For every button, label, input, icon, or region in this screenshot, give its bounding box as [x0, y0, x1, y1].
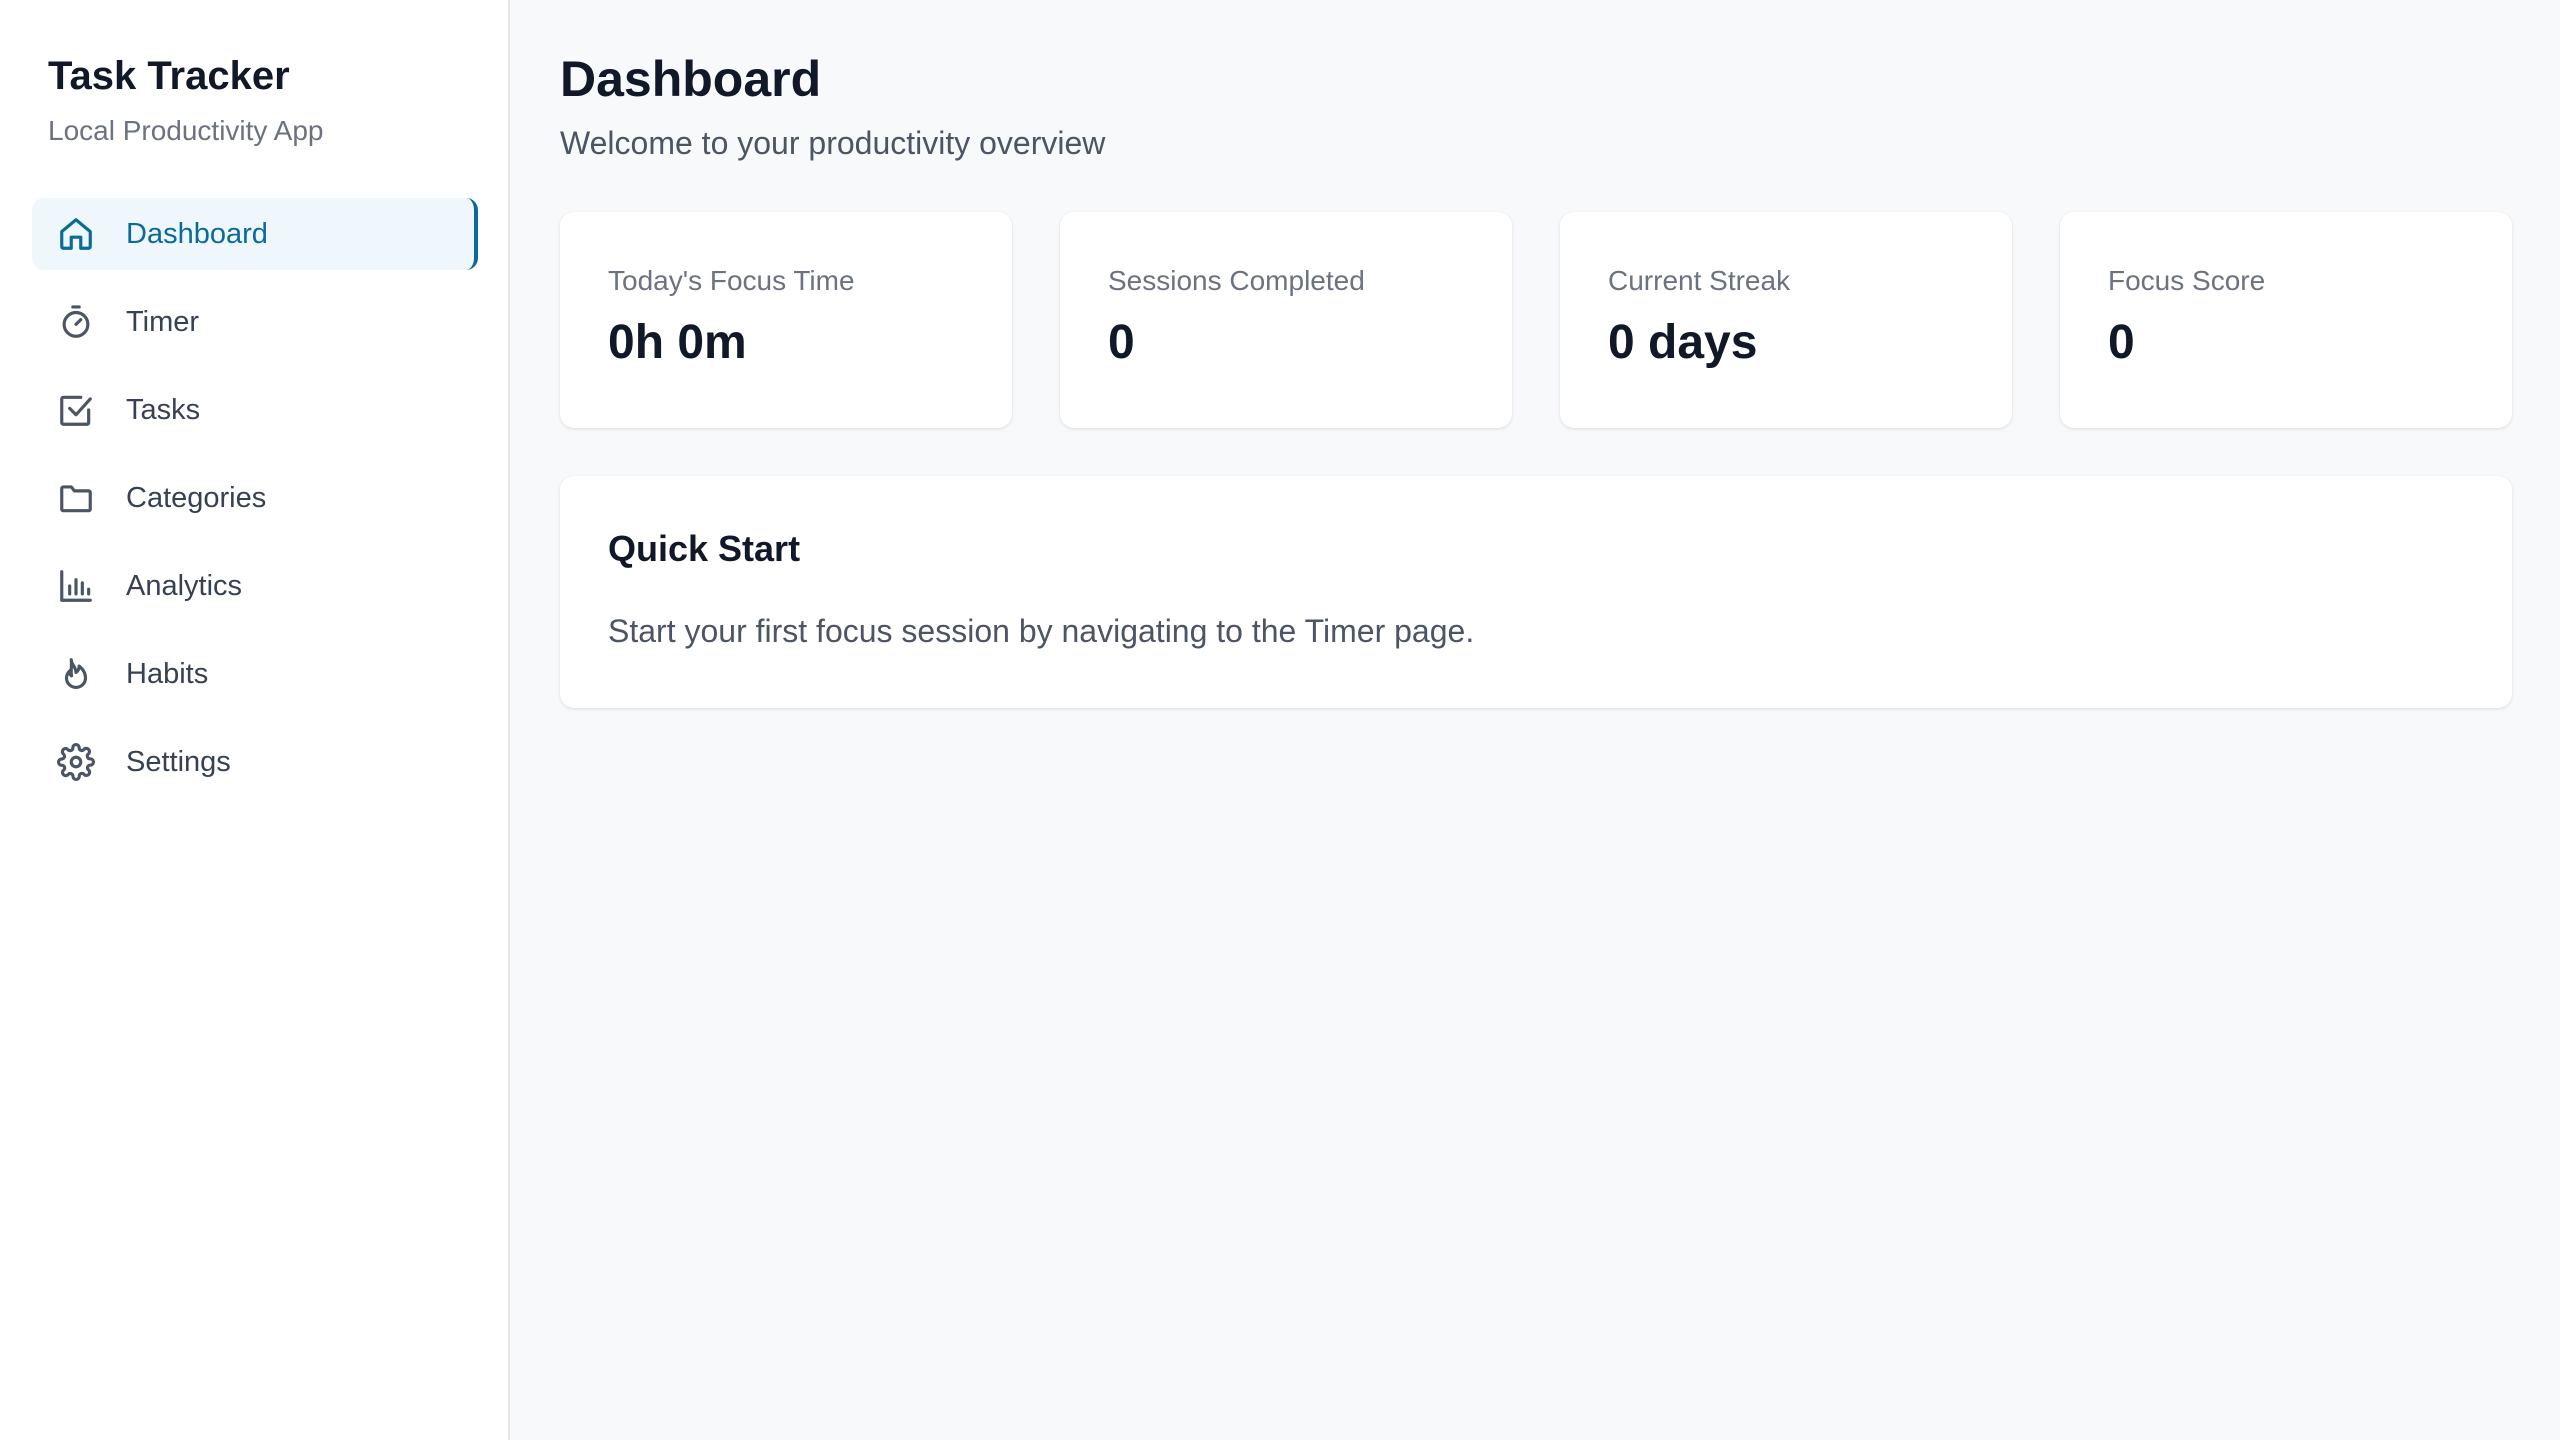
stat-card-focus-time: Today's Focus Time 0h 0m [560, 212, 1012, 428]
sidebar-item-timer[interactable]: Timer [32, 286, 476, 358]
page-title: Dashboard [560, 51, 822, 107]
folder-icon [56, 478, 96, 518]
sidebar-item-label: Tasks [126, 393, 201, 426]
sidebar-item-analytics[interactable]: Analytics [32, 550, 476, 622]
sidebar-item-dashboard[interactable]: Dashboard [32, 198, 478, 270]
stat-card-focus-score: Focus Score 0 [2060, 212, 2512, 428]
stat-label: Focus Score [2108, 265, 2266, 296]
sidebar-item-label: Dashboard [126, 217, 268, 250]
stat-value: 0 [1108, 316, 1135, 369]
quick-start-text: Start your first focus session by naviga… [608, 613, 1475, 649]
stat-value: 0 days [1608, 316, 1758, 369]
stopwatch-icon [56, 302, 96, 342]
flame-icon [56, 654, 96, 694]
sidebar-item-categories[interactable]: Categories [32, 462, 476, 534]
sidebar-nav: Dashboard Timer Tasks Categories Analyti… [32, 198, 478, 798]
stat-label: Sessions Completed [1108, 265, 1365, 296]
app-subtitle: Local Productivity App [48, 115, 324, 146]
checkbox-icon [56, 390, 96, 430]
app-root: Task Tracker Local Productivity App Dash… [0, 0, 2560, 1440]
stat-card-streak: Current Streak 0 days [1560, 212, 2012, 428]
sidebar-item-label: Categories [126, 481, 267, 514]
stat-value: 0 [2108, 316, 2135, 369]
stat-card-sessions: Sessions Completed 0 [1060, 212, 1512, 428]
sidebar-item-label: Timer [126, 305, 200, 338]
sidebar: Task Tracker Local Productivity App Dash… [0, 0, 510, 1440]
home-icon [56, 214, 96, 254]
page-subtitle: Welcome to your productivity overview [560, 125, 1106, 161]
bar-chart-icon [56, 566, 96, 606]
gear-icon [56, 742, 96, 782]
stats-row: Today's Focus Time 0h 0m Sessions Comple… [560, 212, 2512, 428]
sidebar-item-tasks[interactable]: Tasks [32, 374, 476, 446]
stat-label: Today's Focus Time [608, 265, 855, 296]
stat-value: 0h 0m [608, 316, 747, 369]
app-title: Task Tracker [48, 54, 290, 98]
sidebar-item-settings[interactable]: Settings [32, 726, 476, 798]
quick-start-card: Quick Start Start your first focus sessi… [560, 476, 2512, 708]
sidebar-item-label: Settings [126, 745, 231, 778]
quick-start-title: Quick Start [608, 528, 801, 569]
sidebar-item-habits[interactable]: Habits [32, 638, 476, 710]
main-content: Dashboard Welcome to your productivity o… [510, 0, 2560, 1440]
stat-label: Current Streak [1608, 265, 1791, 296]
sidebar-item-label: Analytics [126, 569, 243, 602]
sidebar-item-label: Habits [126, 657, 209, 690]
